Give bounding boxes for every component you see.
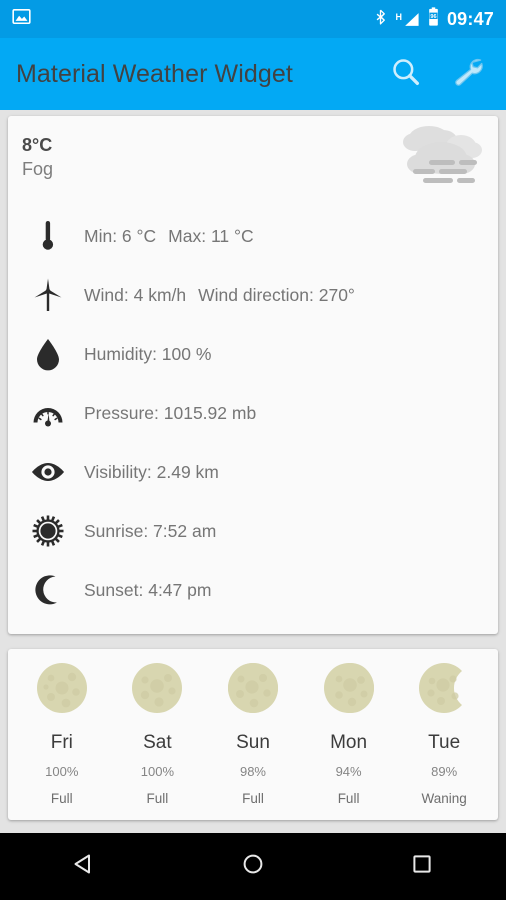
- detail-row-pressure: Pressure: 1015.92 mb: [8, 384, 498, 443]
- home-circle-icon: [240, 851, 266, 882]
- moon-percent-label: 100%: [45, 763, 79, 779]
- toolbar-actions: [388, 56, 490, 92]
- status-bar-right-icons: H 96 09:47: [373, 7, 494, 32]
- moon-day-column[interactable]: Mon 94% Full: [301, 661, 397, 806]
- moon-percent-label: 94%: [335, 763, 362, 779]
- network-type-label: H: [395, 11, 402, 22]
- detail-text-wind: Wind: 4 km/h Wind direction: 270°: [84, 285, 355, 306]
- moon-day-column[interactable]: Tue 89% Waning: [396, 661, 492, 806]
- moon-phase-icon: [417, 661, 471, 720]
- moon-percent-label: 98%: [239, 763, 266, 779]
- moon-phase-label: Full: [146, 790, 169, 806]
- android-nav-bar: [0, 833, 506, 900]
- detail-text-humidity: Humidity: 100 %: [84, 343, 212, 364]
- moon-icon: [26, 574, 70, 606]
- detail-text-pressure: Pressure: 1015.92 mb: [84, 402, 257, 423]
- back-button[interactable]: [54, 843, 114, 891]
- detail-row-wind: Wind: 4 km/h Wind direction: 270°: [8, 266, 498, 325]
- detail-text-sunset: Sunset: 4:47 pm: [84, 579, 212, 600]
- wind-turbine-icon: [26, 277, 70, 313]
- weather-detail-list: Min: 6 °C Max: 11 °C Wind: 4 km/h Wind di: [8, 207, 498, 620]
- moon-phase-icon: [35, 661, 89, 720]
- moon-phase-label: Full: [50, 790, 73, 806]
- moon-phase-label: Full: [337, 790, 360, 806]
- gauge-icon: [26, 398, 70, 428]
- search-icon: [390, 56, 422, 93]
- moon-phase-label: Full: [242, 790, 264, 806]
- water-drop-icon: [26, 337, 70, 371]
- signal-hspa-icon: H: [395, 11, 420, 28]
- settings-button[interactable]: [450, 56, 486, 92]
- detail-row-sunrise: Sunrise: 7:52 am: [8, 502, 498, 561]
- app-toolbar: Material Weather Widget: [0, 38, 506, 110]
- current-weather-card: 8°C Fog Min: 6 °C Max: 11 °C Wind: 4 km/…: [8, 116, 498, 634]
- detail-row-visibility: Visibility: 2.49 km: [8, 443, 498, 502]
- battery-icon: 96: [427, 7, 440, 31]
- moon-phase-icon: [226, 661, 280, 720]
- moon-day-column[interactable]: Sun 98% Full: [205, 661, 301, 806]
- detail-text-visibility: Visibility: 2.49 km: [84, 461, 219, 482]
- bluetooth-icon: [373, 7, 388, 32]
- recents-button[interactable]: [392, 843, 452, 891]
- status-bar-left-icons: [12, 7, 31, 31]
- moon-day-label: Sat: [143, 731, 172, 753]
- moon-phase-icon: [130, 661, 184, 720]
- eye-icon: [26, 460, 70, 484]
- status-bar: H 96 09:47: [0, 0, 506, 38]
- moon-percent-label: 89%: [431, 763, 458, 779]
- current-summary: 8°C Fog: [8, 126, 498, 181]
- detail-row-sunset: Sunset: 4:47 pm: [8, 561, 498, 620]
- wind-direction-value: Wind direction: 270°: [198, 284, 355, 305]
- app-root: H 96 09:47 Material Weather Widget 8°C F…: [0, 0, 506, 900]
- image-icon: [12, 7, 31, 31]
- search-button[interactable]: [388, 56, 424, 92]
- moon-phase-label: Waning: [421, 790, 467, 806]
- recents-square-icon: [409, 851, 435, 882]
- current-temperature: 8°C: [22, 135, 53, 155]
- moon-day-label: Mon: [330, 731, 368, 753]
- scroll-content[interactable]: 8°C Fog Min: 6 °C Max: 11 °C Wind: 4 km/…: [0, 110, 506, 833]
- moon-day-label: Sun: [236, 731, 270, 753]
- moon-forecast-card: Fri 100% Full Sat 100% Full Sun 98% Full…: [8, 648, 498, 820]
- sun-icon: [26, 515, 70, 547]
- moon-day-column[interactable]: Fri 100% Full: [14, 661, 110, 806]
- moon-percent-label: 100%: [140, 763, 175, 779]
- status-bar-clock: 09:47: [446, 9, 494, 29]
- moon-day-label: Tue: [428, 731, 461, 753]
- wind-speed-value: Wind: 4 km/h: [84, 284, 187, 305]
- detail-text-temperature: Min: 6 °C Max: 11 °C: [84, 226, 254, 247]
- svg-text:96: 96: [430, 14, 436, 20]
- moon-day-label: Fri: [50, 731, 73, 753]
- thermometer-icon: [26, 219, 70, 253]
- min-temp-value: Min: 6 °C: [84, 225, 157, 246]
- max-temp-value: Max: 11 °C: [168, 225, 254, 246]
- wrench-icon: [451, 55, 485, 94]
- page-title: Material Weather Widget: [16, 59, 293, 88]
- detail-text-sunrise: Sunrise: 7:52 am: [84, 520, 217, 541]
- moon-phase-icon: [322, 661, 376, 720]
- detail-row-humidity: Humidity: 100 %: [8, 325, 498, 384]
- back-triangle-icon: [71, 851, 97, 882]
- moon-day-column[interactable]: Sat 100% Full: [110, 661, 206, 806]
- current-condition: Fog: [22, 158, 54, 179]
- detail-row-temperature: Min: 6 °C Max: 11 °C: [8, 207, 498, 266]
- home-button[interactable]: [223, 843, 283, 891]
